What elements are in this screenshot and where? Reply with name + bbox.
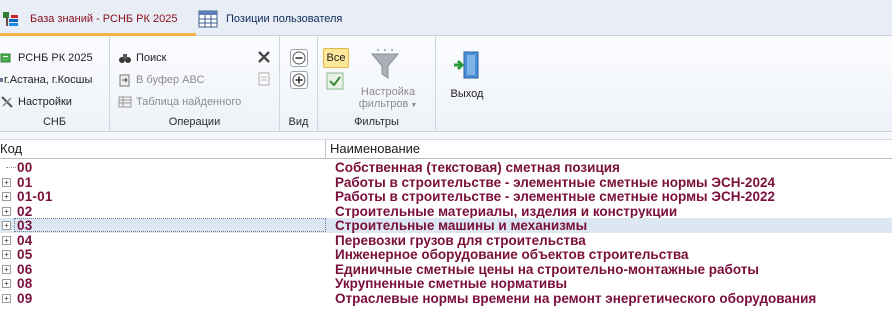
column-header-name[interactable]: Наименование	[330, 141, 420, 156]
table-grid-icon	[198, 10, 218, 28]
snb-location-label: г.Астана, г.Косшы	[4, 74, 93, 86]
grid-separator	[0, 133, 892, 140]
row-name: Перевозки грузов для строительства	[335, 232, 586, 248]
tree-row[interactable]: +05 Инженерное оборудование объектов стро…	[0, 247, 892, 262]
row-code: 05	[17, 247, 33, 262]
row-code: 04	[17, 232, 33, 248]
ribbon-group-filters: Все Настройка фильтров ▼ Фильтры	[318, 36, 436, 132]
tree-row[interactable]: +04 Перевозки грузов для строительства	[0, 233, 892, 248]
tree-row[interactable]: +01 Работы в строительстве - элементные с…	[0, 175, 892, 190]
checkmark-icon[interactable]	[326, 72, 344, 90]
ribbon-group-snb: РСНБ РК 2025 г.Астана, г.Косшы Настройки…	[0, 36, 110, 132]
ribbon-group-operations: Поиск В буфер АВС Таблица найденного Опе…	[110, 36, 280, 132]
clipboard-icon	[118, 73, 132, 87]
row-name: Укрупненные сметные нормативы	[335, 276, 568, 291]
tree-grid[interactable]: 00 Собственная (текстовая) сметная позици…	[0, 160, 892, 319]
ribbon-toolbar: РСНБ РК 2025 г.Астана, г.Косшы Настройки…	[0, 36, 892, 132]
snb-location-button[interactable]: г.Астана, г.Косшы	[0, 71, 92, 89]
row-name: Отраслевые нормы времени на ремонт энерг…	[335, 290, 817, 306]
row-name: Собственная (текстовая) сметная позиция	[335, 160, 620, 175]
snb-database-label: РСНБ РК 2025	[18, 52, 93, 64]
filter-settings-label-line2: фильтров ▼	[348, 98, 428, 112]
ribbon-group-caption-filters: Фильтры	[354, 116, 399, 128]
tree-row[interactable]: +01-01 Работы в строительстве - элементны…	[0, 189, 892, 204]
row-code: 06	[17, 261, 33, 277]
tree-row[interactable]: 00 Собственная (текстовая) сметная позици…	[0, 160, 892, 175]
tree-row[interactable]: +06 Единичные сметные цены на строительно…	[0, 262, 892, 277]
expand-node-icon[interactable]: +	[2, 235, 11, 245]
row-name: Строительные материалы, изделия и констр…	[335, 203, 678, 219]
filter-settings-label-line2-text: фильтров	[358, 98, 409, 110]
expand-node-icon[interactable]: +	[2, 206, 11, 216]
tree-row[interactable]: +02 Строительные материалы, изделия и кон…	[0, 204, 892, 219]
row-code: 08	[17, 276, 33, 291]
row-code: 01-01	[17, 189, 53, 204]
row-name: Единичные сметные цены на строительно-мо…	[335, 261, 759, 277]
tree-connector-line	[6, 167, 16, 168]
filter-all-button[interactable]: Все	[323, 48, 349, 68]
tree-grid-rows: 00 Собственная (текстовая) сметная позици…	[0, 160, 892, 306]
location-icon	[0, 73, 4, 87]
focus-cell-outline	[14, 218, 326, 232]
expand-node-icon[interactable]: +	[2, 221, 11, 230]
tab-knowledge-base[interactable]: База знаний - РСНБ РК 2025	[2, 6, 177, 32]
exit-door-icon	[452, 50, 482, 82]
filter-settings-label-line1: Настройка	[360, 86, 416, 98]
row-code: 09	[17, 290, 33, 306]
found-table-button[interactable]: Таблица найденного	[118, 93, 241, 111]
tab-knowledge-base-label: База знаний - РСНБ РК 2025	[30, 13, 178, 25]
row-code: 00	[17, 160, 33, 175]
expand-node-icon[interactable]: +	[2, 264, 11, 274]
ribbon-group-view: Вид	[280, 36, 318, 132]
grid-header: Код Наименование	[0, 140, 892, 159]
row-name: Инженерное оборудование объектов строите…	[335, 247, 689, 262]
snb-settings-label: Настройки	[18, 96, 72, 108]
row-code: 02	[17, 203, 33, 219]
expand-all-button[interactable]	[290, 71, 308, 89]
expand-node-icon[interactable]: +	[2, 177, 11, 187]
copy-to-abc-button[interactable]: В буфер АВС	[118, 71, 204, 89]
funnel-icon	[370, 48, 400, 82]
row-code: 03	[17, 218, 33, 233]
search-label: Поиск	[136, 52, 167, 64]
expand-node-icon[interactable]: +	[2, 279, 11, 288]
tab-user-positions[interactable]: Позиции пользователя	[198, 6, 342, 32]
dropdown-arrow-icon: ▼	[410, 102, 418, 109]
ribbon-group-caption-snb: СНБ	[42, 116, 67, 128]
document-icon[interactable]	[256, 71, 272, 87]
tree-row[interactable]: +09 Отраслевые нормы времени на ремонт эн…	[0, 291, 892, 306]
wrench-icon	[0, 95, 14, 109]
snb-settings-button[interactable]: Настройки	[0, 93, 72, 111]
exit-button[interactable]: Выход	[436, 36, 498, 132]
collapse-all-button[interactable]	[290, 49, 308, 67]
exit-label: Выход	[450, 88, 484, 100]
tab-user-positions-label: Позиции пользователя	[226, 13, 343, 25]
row-name: Строительные машины и механизмы	[335, 218, 588, 233]
expand-node-icon[interactable]: +	[2, 192, 11, 201]
ribbon-group-caption-view: Вид	[288, 116, 309, 128]
snb-database-button[interactable]: РСНБ РК 2025	[0, 49, 93, 67]
row-name: Работы в строительстве - элементные смет…	[335, 189, 775, 204]
row-code: 01	[17, 174, 33, 190]
filter-settings-button[interactable]: Настройка фильтров ▼	[348, 86, 428, 112]
tree-row[interactable]: +03 Строительные машины и механизмы	[0, 218, 892, 233]
copy-to-abc-label: В буфер АВС	[136, 74, 205, 86]
binoculars-icon	[118, 51, 132, 65]
document-tab-bar: База знаний - РСНБ РК 2025 Позиции польз…	[0, 0, 892, 36]
database-icon	[0, 51, 14, 65]
collapse-icon	[292, 51, 306, 65]
close-icon[interactable]	[256, 49, 272, 65]
expand-node-icon[interactable]: +	[2, 293, 11, 303]
table-icon	[118, 95, 132, 109]
ribbon-group-caption-operations: Операции	[168, 116, 221, 128]
column-header-code[interactable]: Код	[0, 140, 326, 159]
expand-icon	[292, 73, 306, 87]
search-button[interactable]: Поиск	[118, 49, 166, 67]
knowledge-base-icon	[2, 10, 20, 28]
expand-node-icon[interactable]: +	[2, 250, 11, 259]
row-name: Работы в строительстве - элементные смет…	[335, 174, 775, 190]
found-table-label: Таблица найденного	[136, 96, 242, 108]
tree-row[interactable]: +08 Укрупненные сметные нормативы	[0, 276, 892, 291]
